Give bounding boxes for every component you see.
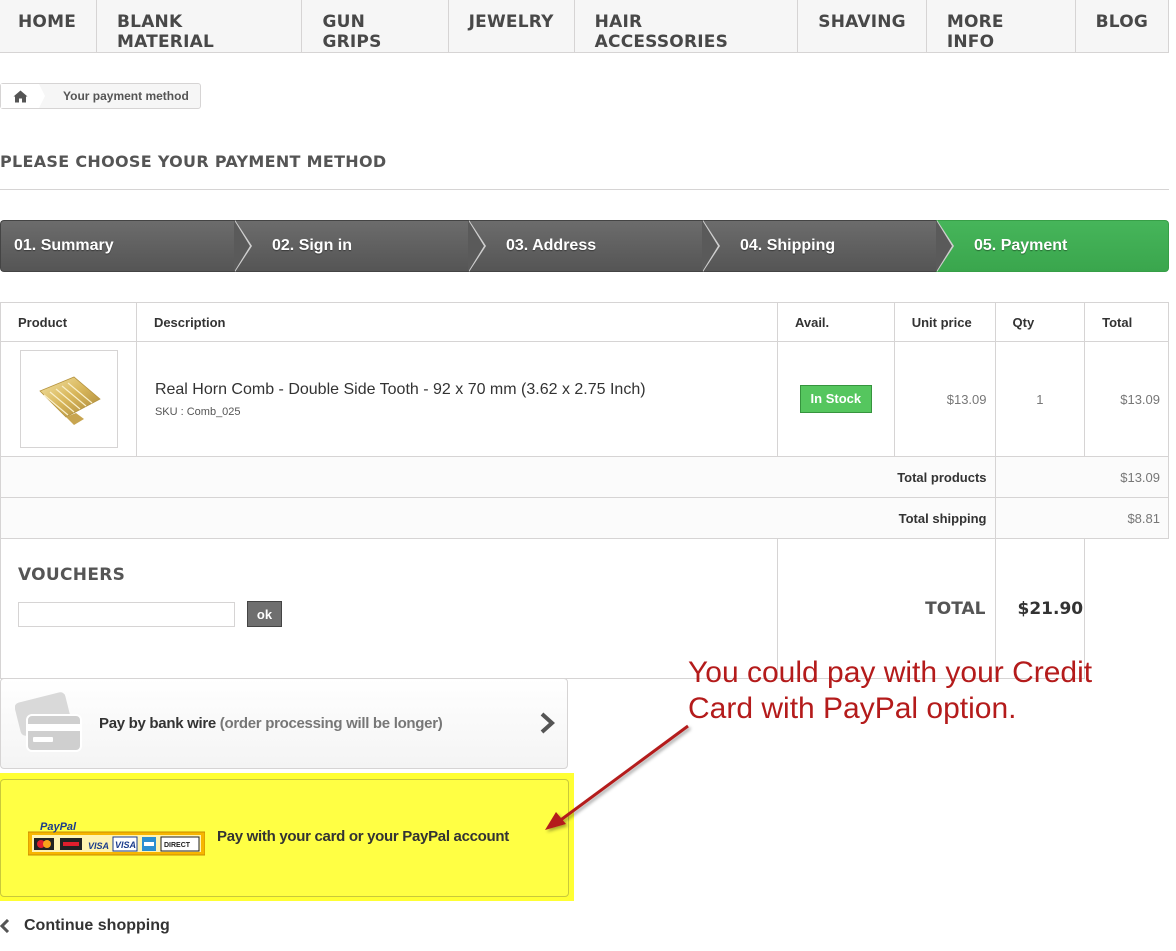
line-total: $13.09 xyxy=(1084,341,1169,457)
step-arrow xyxy=(702,220,718,272)
total-products-label: Total products xyxy=(0,456,996,498)
total-shipping-value: $8.81 xyxy=(994,497,1169,539)
annotation-arrow xyxy=(545,724,689,830)
nav-shaving[interactable]: SHAVING xyxy=(798,0,927,52)
annotation-text: You could pay with your Credit Card with… xyxy=(688,656,1093,725)
cart-summary-table: Product Description Avail. Unit price Qt… xyxy=(0,302,1169,679)
page-title: PLEASE CHOOSE YOUR PAYMENT METHOD xyxy=(0,152,1169,190)
checkout-steps: 01. Summary 02. Sign in 03. Address 04. … xyxy=(0,220,1169,272)
continue-shopping-label: Continue shopping xyxy=(24,917,170,934)
nav-jewelry[interactable]: JEWELRY xyxy=(448,0,575,52)
step-shipping-label: 04. Shipping xyxy=(740,237,836,254)
step-shipping[interactable]: 04. Shipping xyxy=(702,220,954,272)
voucher-ok-button[interactable]: ok xyxy=(247,601,282,627)
product-sku: SKU : Comb_025 xyxy=(154,405,241,418)
col-product: Product xyxy=(0,302,137,342)
step-sign-in-label: 02. Sign in xyxy=(272,237,353,254)
availability-cell: In Stock xyxy=(776,341,895,457)
svg-text:VISA: VISA xyxy=(115,840,136,850)
nav-gun-grips[interactable]: GUN GRIPS xyxy=(302,0,449,52)
nav-blog[interactable]: BLOG xyxy=(1075,0,1169,52)
step-address-label: 03. Address xyxy=(506,237,597,254)
svg-text:PayPal: PayPal xyxy=(40,821,77,833)
breadcrumb: Your payment method xyxy=(0,83,201,109)
pay-by-bank-wire-option[interactable]: Pay by bank wire (order processing will … xyxy=(0,678,568,769)
step-payment-label: 05. Payment xyxy=(974,237,1068,254)
chevron-left-icon xyxy=(0,919,10,933)
qty: 1 xyxy=(994,341,1086,457)
paypal-cards-logo: PayPal VISA VISA DIRECT xyxy=(28,820,205,857)
total-products-row: Total products $13.09 xyxy=(0,456,1169,498)
step-address[interactable]: 03. Address xyxy=(468,220,720,272)
step-summary[interactable]: 01. Summary xyxy=(0,220,252,272)
in-stock-badge: In Stock xyxy=(799,385,873,413)
nav-hair-accessories[interactable]: HAIR ACCESSORIES xyxy=(574,0,799,52)
total-products-value: $13.09 xyxy=(994,456,1169,498)
step-arrow xyxy=(234,220,250,272)
product-description-cell: Real Horn Comb - Double Side Tooth - 92 … xyxy=(135,341,778,457)
paypal-label: Pay with your card or your PayPal accoun… xyxy=(217,828,509,845)
top-nav: HOME BLANK MATERIAL GUN GRIPS JEWELRY HA… xyxy=(0,0,1169,53)
nav-home[interactable]: HOME xyxy=(0,0,98,52)
table-header-row: Product Description Avail. Unit price Qt… xyxy=(0,302,1169,342)
step-arrow xyxy=(468,220,484,272)
product-image[interactable] xyxy=(20,350,118,448)
pay-with-paypal-option[interactable]: PayPal VISA VISA DIRECT Pay with your ca… xyxy=(0,779,569,897)
continue-shopping-link[interactable]: Continue shopping xyxy=(0,917,170,935)
step-summary-label: 01. Summary xyxy=(14,237,114,254)
home-icon xyxy=(13,90,27,102)
step-arrow xyxy=(936,220,952,272)
bank-wire-label: Pay by bank wire (order processing will … xyxy=(99,715,443,732)
vouchers-title: VOUCHERS xyxy=(18,565,126,585)
bank-wire-title: Pay by bank wire xyxy=(99,715,216,732)
product-name[interactable]: Real Horn Comb - Double Side Tooth - 92 … xyxy=(155,381,776,399)
comb-image xyxy=(39,376,101,425)
svg-text:VISA: VISA xyxy=(88,841,109,851)
total-shipping-row: Total shipping $8.81 xyxy=(0,497,1169,539)
col-avail: Avail. xyxy=(776,302,895,342)
breadcrumb-home[interactable] xyxy=(1,84,45,108)
nav-blank-material[interactable]: BLANK MATERIAL xyxy=(97,0,303,52)
col-total: Total xyxy=(1084,302,1169,342)
col-description: Description xyxy=(135,302,778,342)
product-image-cell xyxy=(0,341,137,457)
col-unit-price: Unit price xyxy=(893,302,996,342)
unit-price: $13.09 xyxy=(893,341,996,457)
voucher-input[interactable] xyxy=(18,601,235,627)
breadcrumb-current: Your payment method xyxy=(63,89,189,103)
total-shipping-label: Total shipping xyxy=(0,497,996,539)
voucher-form: ok xyxy=(18,601,777,627)
step-payment: 05. Payment xyxy=(936,220,1169,272)
table-row: Real Horn Comb - Double Side Tooth - 92 … xyxy=(0,341,1169,457)
vouchers-section: VOUCHERS ok xyxy=(0,538,778,679)
credit-card-icon xyxy=(15,692,82,752)
step-sign-in[interactable]: 02. Sign in xyxy=(234,220,486,272)
svg-text:DIRECT: DIRECT xyxy=(164,842,191,849)
nav-more-info[interactable]: MORE INFO xyxy=(926,0,1076,52)
col-qty: Qty xyxy=(994,302,1086,342)
bank-wire-note: (order processing will be longer) xyxy=(219,715,443,732)
